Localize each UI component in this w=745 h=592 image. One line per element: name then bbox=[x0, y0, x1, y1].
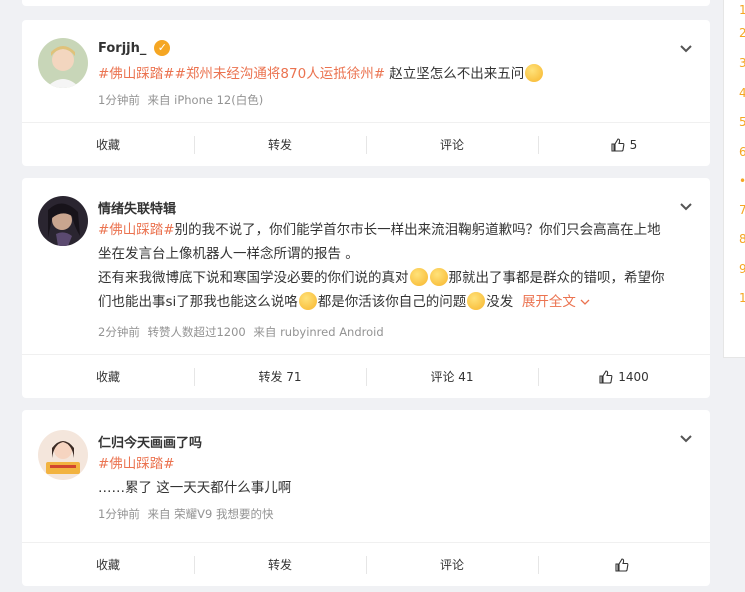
repost-button[interactable]: 转发 bbox=[194, 123, 366, 166]
repost-button[interactable]: 转发 71 bbox=[194, 355, 366, 398]
like-button[interactable]: 5 bbox=[538, 123, 710, 166]
repost-label: 转发 bbox=[267, 558, 292, 572]
post-body: 都是你活该你自己的问题 bbox=[317, 294, 467, 310]
comment-label: 评论 41 bbox=[430, 370, 474, 384]
collect-label: 收藏 bbox=[95, 370, 120, 384]
comment-button[interactable]: 评论 bbox=[366, 543, 538, 586]
rank-number[interactable]: 8 bbox=[739, 232, 745, 246]
repost-label: 转发 71 bbox=[258, 370, 302, 384]
shushing-emoji-icon bbox=[409, 268, 428, 286]
rank-number[interactable]: 1 bbox=[739, 3, 745, 17]
rank-bullet: • bbox=[739, 174, 745, 188]
rank-number[interactable]: 1 bbox=[739, 291, 745, 305]
username[interactable]: 情绪失联特辑 bbox=[98, 198, 176, 217]
chevron-down-icon[interactable] bbox=[678, 199, 694, 215]
username-text[interactable]: Forjjh_ bbox=[98, 41, 146, 56]
topic-link[interactable]: #佛山踩踏# bbox=[98, 456, 175, 472]
topic-link[interactable]: #佛山踩踏# bbox=[98, 66, 175, 82]
collect-button[interactable]: 收藏 bbox=[22, 355, 194, 398]
topic-link[interactable]: #佛山踩踏# bbox=[98, 222, 175, 238]
post-text: #佛山踩踏#别的我不说了，你们能学首尔市长一样出来流泪鞠躬道歉吗？你们只会高高在… bbox=[98, 218, 698, 314]
post-actions: 收藏 转发 71 评论 41 1400 bbox=[22, 354, 710, 398]
rank-number[interactable]: 4 bbox=[739, 86, 745, 100]
like-button[interactable] bbox=[538, 543, 710, 586]
rank-number[interactable]: 9 bbox=[739, 262, 745, 276]
rank-number[interactable]: 3 bbox=[739, 56, 745, 70]
like-button[interactable]: 1400 bbox=[538, 355, 710, 398]
thumbs-up-icon bbox=[599, 369, 613, 384]
collect-button[interactable]: 收藏 bbox=[22, 123, 194, 166]
post-body: 那就出了事都是群众的错呗，希望你 bbox=[448, 270, 665, 286]
comment-button[interactable]: 评论 bbox=[366, 123, 538, 166]
thinking-emoji-icon bbox=[525, 64, 544, 82]
collect-button[interactable]: 收藏 bbox=[22, 543, 194, 586]
post-text: #佛山踩踏# ……累了 这一天天都什么事儿啊 bbox=[98, 452, 698, 500]
shushing-emoji-icon bbox=[298, 292, 317, 310]
post-meta: 1分钟前 来自 iPhone 12(白色) bbox=[98, 92, 267, 108]
post-text: #佛山踩踏##郑州未经沟通将870人运抵徐州# 赵立坚怎么不出来五问 bbox=[98, 62, 698, 86]
post-body: 坐在发言台上像机器人一样念所谓的报告 。 bbox=[98, 246, 359, 262]
post-body: 别的我不说了，你们能学首尔市长一样出来流泪鞠躬道歉吗？你们只会高高在上地 bbox=[174, 222, 661, 238]
avatar[interactable] bbox=[38, 430, 88, 480]
verified-icon: ✓ bbox=[154, 40, 171, 56]
like-count: 5 bbox=[629, 137, 638, 152]
post-body: 没发 bbox=[486, 294, 514, 310]
username[interactable]: 仁归今天画画了吗 bbox=[98, 432, 202, 451]
post-time[interactable]: 1分钟前 bbox=[98, 507, 140, 521]
comment-label: 评论 bbox=[439, 558, 464, 572]
previous-post-actions bbox=[22, 0, 710, 6]
post-card: 情绪失联特辑 #佛山踩踏#别的我不说了，你们能学首尔市长一样出来流泪鞠躬道歉吗？… bbox=[22, 178, 710, 398]
post-meta: 2分钟前 转赞人数超过1200 来自 rubyinred Android bbox=[98, 324, 388, 340]
post-card: 仁归今天画画了吗 #佛山踩踏# ……累了 这一天天都什么事儿啊 1分钟前 来自 … bbox=[22, 410, 710, 586]
post-source: 来自 荣耀V9 我想要的快 bbox=[147, 507, 274, 521]
avatar[interactable] bbox=[38, 38, 88, 88]
collect-label: 收藏 bbox=[95, 138, 120, 152]
comment-label: 评论 bbox=[439, 138, 464, 152]
shushing-emoji-icon bbox=[467, 292, 486, 310]
expand-label: 展开全文 bbox=[521, 294, 576, 310]
post-meta: 1分钟前 来自 荣耀V9 我想要的快 bbox=[98, 506, 277, 522]
post-actions: 收藏 转发 评论 5 bbox=[22, 122, 710, 166]
repost-label: 转发 bbox=[267, 138, 292, 152]
rank-number[interactable]: 5 bbox=[739, 115, 745, 129]
post-body: 还有来我微博底下说和寒国学没必要的你们说的真对 bbox=[98, 270, 409, 286]
avatar[interactable] bbox=[38, 196, 88, 246]
rank-number[interactable]: 7 bbox=[739, 203, 745, 217]
post-card: Forjjh_ ✓ #佛山踩踏##郑州未经沟通将870人运抵徐州# 赵立坚怎么不… bbox=[22, 20, 710, 166]
comment-button[interactable]: 评论 41 bbox=[366, 355, 538, 398]
post-body: 们也能出事si了那我也能这么说咯 bbox=[98, 294, 298, 310]
post-source: 来自 rubyinred Android bbox=[253, 325, 384, 339]
thumbs-up-icon bbox=[614, 557, 628, 572]
post-body: ……累了 这一天天都什么事儿啊 bbox=[98, 480, 292, 496]
expand-full-text-link[interactable]: 展开全文 bbox=[522, 294, 590, 310]
repost-button[interactable]: 转发 bbox=[194, 543, 366, 586]
post-source: 来自 iPhone 12(白色) bbox=[147, 93, 264, 107]
chevron-down-icon[interactable] bbox=[678, 431, 694, 447]
chevron-down-icon[interactable] bbox=[678, 41, 694, 57]
chevron-down-icon bbox=[580, 299, 590, 305]
topic-link[interactable]: #郑州未经沟通将870人运抵徐州# bbox=[175, 66, 385, 82]
thumbs-up-icon bbox=[611, 137, 625, 152]
post-time[interactable]: 1分钟前 bbox=[98, 93, 140, 107]
repost-info: 转赞人数超过1200 bbox=[147, 325, 246, 339]
post-body: 赵立坚怎么不出来五问 bbox=[385, 66, 525, 82]
post-time[interactable]: 2分钟前 bbox=[98, 325, 140, 339]
hot-search-sidebar: 1 2 3 4 5 6 • 7 8 9 1 bbox=[723, 0, 745, 358]
post-actions: 收藏 转发 评论 bbox=[22, 542, 710, 586]
rank-number[interactable]: 6 bbox=[739, 145, 745, 159]
username-text[interactable]: 仁归今天画画了吗 bbox=[98, 432, 202, 451]
collect-label: 收藏 bbox=[95, 558, 120, 572]
username[interactable]: Forjjh_ ✓ bbox=[98, 40, 171, 56]
like-count: 1400 bbox=[618, 369, 649, 384]
username-text[interactable]: 情绪失联特辑 bbox=[98, 198, 176, 217]
rank-number[interactable]: 2 bbox=[739, 26, 745, 40]
shushing-emoji-icon bbox=[429, 268, 448, 286]
